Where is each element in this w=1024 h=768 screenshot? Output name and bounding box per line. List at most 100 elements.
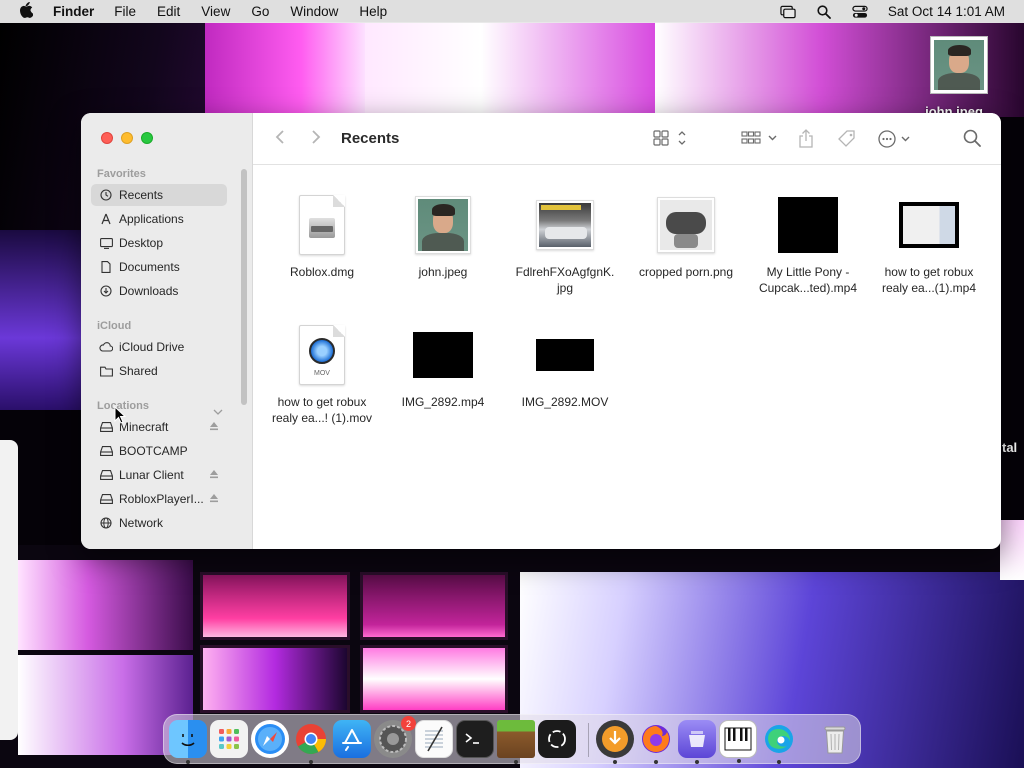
file-item[interactable]: cropped porn.png (627, 190, 745, 280)
drive-icon (99, 420, 113, 434)
sidebar-header-icloud: iCloud (97, 320, 132, 332)
app-store-icon[interactable] (333, 720, 371, 758)
image-thumbnail (536, 200, 594, 250)
background-window-edge[interactable] (0, 440, 18, 740)
sidebar-item-label: Desktop (119, 236, 164, 250)
eject-icon[interactable] (209, 420, 219, 434)
sidebar-item-downloads[interactable]: Downloads (91, 280, 227, 302)
sidebar-item-shared[interactable]: Shared (91, 360, 227, 382)
dock-separator (588, 723, 589, 757)
edge-icon[interactable] (760, 720, 798, 764)
image-thumbnail (657, 197, 715, 253)
video-thumbnail (778, 197, 838, 253)
menu-bar: Finder File Edit View Go Window Help Sat… (0, 0, 1024, 23)
menu-edit[interactable]: Edit (157, 4, 180, 19)
quicktime-movie-icon: MOV (299, 325, 345, 385)
tag-icon[interactable] (837, 129, 857, 149)
file-name: My Little Pony - Cupcak...ted).mp4 (758, 265, 858, 295)
chrome-icon[interactable] (292, 720, 330, 764)
textedit-icon[interactable] (415, 720, 453, 758)
downloader-icon[interactable] (596, 720, 634, 764)
desktop-file-john-jpeg[interactable]: john.jpeg (925, 36, 988, 119)
image-thumbnail (415, 196, 471, 254)
sidebar-item-label: BOOTCAMP (119, 444, 188, 458)
file-name: Roblox.dmg (289, 265, 355, 279)
file-item[interactable]: IMG_2892.MOV (506, 320, 624, 410)
apple-icon[interactable] (19, 1, 35, 22)
safari-icon[interactable] (251, 720, 289, 758)
group-by-button[interactable] (741, 129, 779, 147)
sidebar-scrollbar[interactable] (241, 169, 247, 405)
sidebar-item-label: iCloud Drive (119, 340, 185, 354)
file-name: john.jpeg (418, 265, 468, 279)
chatgpt-icon[interactable] (538, 720, 576, 758)
file-item[interactable]: MOV how to get robux realy ea...! (1).mo… (263, 320, 381, 426)
finder-icon[interactable] (169, 720, 207, 764)
window-title: Recents (341, 130, 400, 147)
stacks-icon[interactable] (678, 720, 716, 764)
forward-button[interactable] (311, 129, 321, 145)
mouse-cursor-icon (114, 405, 127, 429)
clock-icon (99, 188, 113, 202)
sidebar-item-desktop[interactable]: Desktop (91, 232, 227, 254)
minimize-button[interactable] (121, 132, 133, 144)
share-icon[interactable] (797, 129, 815, 149)
menu-view[interactable]: View (201, 4, 230, 19)
file-item[interactable]: FdlrehFXoAgfgnK. jpg (506, 190, 624, 296)
spotlight-search-icon[interactable] (816, 4, 832, 19)
file-item[interactable]: Roblox.dmg (263, 190, 381, 280)
firefox-icon[interactable] (637, 720, 675, 764)
launchpad-icon[interactable] (210, 720, 248, 758)
minecraft-icon[interactable] (497, 720, 535, 764)
file-name: FdlrehFXoAgfgnK. jpg (515, 265, 615, 295)
eject-icon[interactable] (209, 468, 219, 482)
sidebar-item-label: Minecraft (119, 420, 169, 434)
drive-icon (99, 492, 113, 506)
sidebar-item-lunar-client[interactable]: Lunar Client (91, 464, 227, 486)
video-thumbnail (899, 202, 959, 248)
globe-icon (99, 516, 113, 530)
more-actions-button[interactable] (877, 129, 913, 149)
file-item[interactable]: IMG_2892.mp4 (384, 320, 502, 410)
close-button[interactable] (101, 132, 113, 144)
sidebar-item-recents[interactable]: Recents (91, 184, 227, 206)
app-name-menu[interactable]: Finder (53, 4, 94, 19)
back-button[interactable] (275, 129, 285, 145)
sidebar-item-documents[interactable]: Documents (91, 256, 227, 278)
menu-help[interactable]: Help (359, 4, 387, 19)
drive-icon (99, 468, 113, 482)
sidebar-item-applications[interactable]: Applications (91, 208, 227, 230)
sidebar-item-label: Shared (119, 364, 158, 378)
search-icon[interactable] (963, 129, 981, 147)
file-item[interactable]: My Little Pony - Cupcak...ted).mp4 (749, 190, 867, 296)
sidebar-item-robloxplayer[interactable]: RobloxPlayerI... (91, 488, 227, 510)
piano-icon[interactable] (719, 720, 757, 763)
file-item[interactable]: how to get robux realy ea...(1).mp4 (870, 190, 988, 296)
sidebar-item-bootcamp[interactable]: BOOTCAMP (91, 440, 227, 462)
disk-image-icon (299, 195, 345, 255)
sidebar-item-icloud-drive[interactable]: iCloud Drive (91, 336, 227, 358)
dock: 2 (163, 714, 861, 764)
zoom-button[interactable] (141, 132, 153, 144)
screen-mirroring-icon[interactable] (780, 5, 796, 19)
sidebar-item-minecraft[interactable]: Minecraft (91, 416, 227, 438)
view-mode-grid-button[interactable] (653, 129, 689, 147)
eject-icon[interactable] (209, 492, 219, 506)
finder-window: Favorites Recents Applications Desktop D… (81, 113, 1001, 549)
file-item[interactable]: john.jpeg (384, 190, 502, 280)
drive-icon (99, 444, 113, 458)
sidebar-item-label: Network (119, 516, 164, 530)
trash-icon[interactable] (816, 720, 854, 758)
menu-window[interactable]: Window (290, 4, 338, 19)
desktop-icon (99, 236, 113, 250)
desktop-file-label-partial[interactable]: tal (1002, 440, 1017, 455)
sidebar-item-network[interactable]: Network (91, 512, 227, 534)
menubar-clock[interactable]: Sat Oct 14 1:01 AM (888, 4, 1005, 19)
system-preferences-icon[interactable]: 2 (374, 716, 416, 758)
sidebar-header-favorites: Favorites (97, 168, 146, 180)
file-name: cropped porn.png (638, 265, 734, 279)
terminal-icon[interactable] (456, 720, 494, 758)
control-center-icon[interactable] (852, 5, 868, 19)
menu-file[interactable]: File (114, 4, 136, 19)
menu-go[interactable]: Go (251, 4, 269, 19)
